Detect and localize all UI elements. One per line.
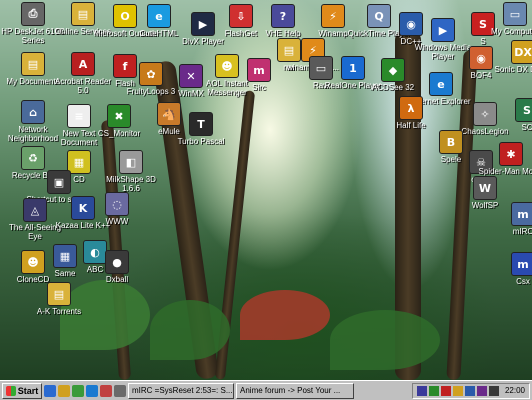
desktop-icon[interactable]: ● Dxball: [84, 250, 150, 284]
desktop-icon[interactable]: m mIRC: [490, 202, 532, 236]
desktop-icon-label: My Computer: [490, 27, 532, 36]
desktop-icon[interactable]: ✱Spider-Man Movie: [478, 142, 532, 176]
desktop-icon-label: Spider-Man Movie: [478, 167, 532, 176]
quick-launch-icon[interactable]: [114, 384, 126, 397]
taskbar-task-mirc[interactable]: mIRC =SysReset 2:53=: S...: [128, 382, 234, 399]
desktop-icon-label: Sirc: [252, 83, 266, 92]
taskbar-task-anime-forum[interactable]: Anime forum -> Post Your ...: [236, 382, 354, 399]
dxball-icon: ●: [105, 250, 129, 274]
desktop-icon[interactable]: ▭My Computer: [482, 2, 532, 36]
desktop-icon[interactable]: DXSonic DX Demo: [490, 40, 532, 74]
help-icon: ?: [271, 4, 295, 28]
desktop-icon-label: MilkShape 3D 1.6.6: [106, 175, 156, 193]
desktop-icon[interactable]: S SC: [494, 98, 532, 132]
tray-icon[interactable]: [464, 385, 475, 396]
tray-icon[interactable]: [428, 385, 439, 396]
half-life-icon: λ: [399, 96, 423, 120]
turbo-pascal-icon: T: [189, 112, 213, 136]
printer-icon: ⎙: [21, 2, 45, 26]
stinger-icon: ▣: [47, 170, 71, 194]
desktop: ⎙ HP DeskJet 610C Series ▤ Online Services O…: [0, 0, 532, 380]
wallpaper-foliage: [150, 300, 230, 360]
desktop-icon[interactable]: m Csx: [490, 252, 532, 286]
desktop-icon[interactable]: ◧ MilkShape 3D 1.6.6: [98, 150, 164, 193]
start-button[interactable]: Start: [2, 382, 42, 399]
tray-icon[interactable]: [452, 385, 463, 396]
all-seeing-eye-icon: ◬: [23, 198, 47, 222]
monitor-icon: ✖: [107, 104, 131, 128]
desktop-icon-label: Dxball: [105, 275, 129, 284]
computer-icon: ▭: [503, 2, 527, 26]
wallpaper-foliage: [240, 290, 330, 340]
csx-icon: m: [511, 252, 532, 276]
tray-icon[interactable]: [476, 385, 487, 396]
wallpaper-foliage: [330, 310, 440, 370]
clock[interactable]: 22:00: [505, 386, 525, 395]
quick-launch-icon[interactable]: [58, 384, 70, 397]
desktop-icon[interactable]: λ Half Life: [378, 96, 444, 130]
quick-launch: [44, 384, 126, 397]
milkshape-icon: ◧: [119, 150, 143, 174]
quick-launch-icon[interactable]: [44, 384, 56, 397]
winamp-icon: ⚡: [321, 4, 345, 28]
tray-icon[interactable]: [488, 385, 499, 396]
desktop-icon-label: A-K Torrents: [36, 307, 82, 316]
desktop-icon-label: mIRC: [512, 227, 532, 236]
recycle-bin-icon: ♻: [21, 146, 45, 170]
cutehtml-icon: e: [147, 4, 171, 28]
desktop-icon-label: Turbo Pascal: [177, 137, 225, 146]
tray-icon[interactable]: [416, 385, 427, 396]
desktop-icon[interactable]: ◌ WWW: [84, 192, 150, 226]
network-icon: ⌂: [21, 100, 45, 124]
spiderman-icon: ✱: [499, 142, 523, 166]
desktop-icon-label: WWW: [105, 217, 129, 226]
www-icon: ◌: [105, 192, 129, 216]
quick-launch-icon[interactable]: [100, 384, 112, 397]
documents-icon: ▤: [21, 52, 45, 76]
start-label: Start: [17, 385, 39, 396]
desktop-icon-label: Half Life: [396, 121, 426, 130]
desktop-icon[interactable]: T Turbo Pascal: [168, 112, 234, 146]
desktop-icon-label: SC: [521, 123, 532, 132]
wolfsp-icon: W: [473, 176, 497, 200]
desktop-icon[interactable]: ▤ A-K Torrents: [26, 282, 92, 316]
sonic-icon: DX: [511, 40, 532, 64]
folder-icon: ▤: [47, 282, 71, 306]
desktop-icon-label: Csx: [516, 277, 530, 286]
quick-launch-icon[interactable]: [86, 384, 98, 397]
tray-icon[interactable]: [440, 385, 451, 396]
acdsee-icon: ◆: [381, 58, 405, 82]
system-tray: 22:00: [411, 382, 530, 399]
desktop-icon-label: Sonic DX Demo: [494, 65, 532, 74]
quick-launch-icon[interactable]: [72, 384, 84, 397]
taskbar: Start mIRC =SysReset 2:53=: S... Anime f…: [0, 380, 532, 400]
sc-icon: S: [515, 98, 532, 122]
mirc-icon: m: [511, 202, 532, 226]
desktop-icon-label: DivX Player: [182, 37, 224, 46]
windows-logo-icon: [5, 385, 16, 396]
